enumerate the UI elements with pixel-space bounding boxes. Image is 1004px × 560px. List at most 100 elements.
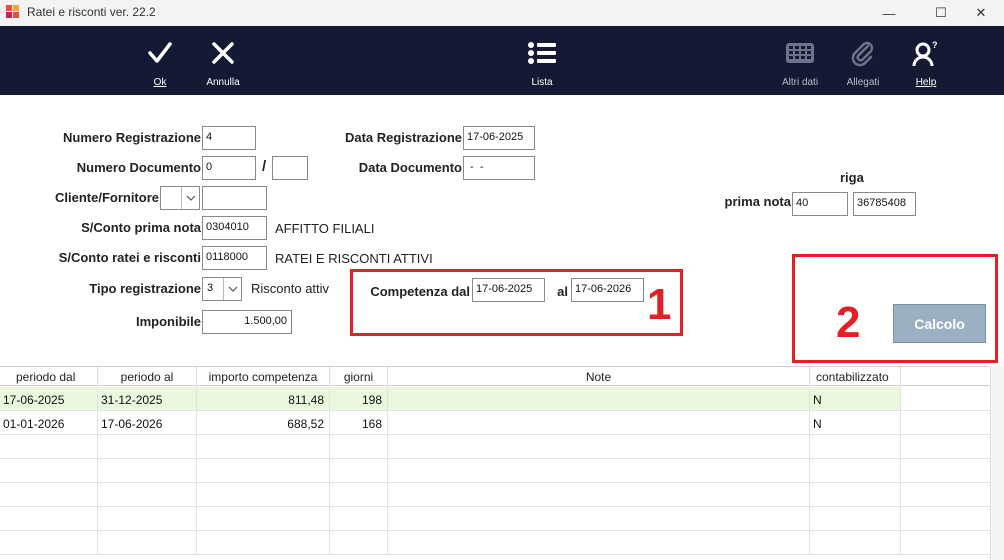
empty-cell[interactable]	[0, 531, 98, 555]
table-row[interactable]: 17-06-2025 31-12-2025 811,48 198 N	[0, 387, 990, 411]
grid-header: periodo dal periodo al importo competenz…	[0, 366, 990, 386]
help-button[interactable]: ? Help	[911, 26, 941, 95]
prima-nota-field[interactable]: 40	[792, 192, 848, 216]
empty-cell[interactable]	[98, 435, 197, 459]
chevron-down-icon[interactable]	[223, 278, 241, 300]
header-note[interactable]: Note	[388, 367, 810, 386]
riga-prima-nota-field[interactable]: 36785408	[853, 192, 916, 216]
header-contabilizzato[interactable]: contabilizzato	[810, 367, 901, 386]
empty-cell[interactable]	[197, 531, 330, 555]
empty-cell[interactable]	[0, 507, 98, 531]
empty-cell[interactable]	[197, 483, 330, 507]
sconto-prima-nota-label: S/Conto prima nota	[81, 220, 201, 235]
empty-cell[interactable]	[810, 459, 901, 483]
empty-table-row[interactable]	[0, 435, 990, 459]
empty-cell[interactable]	[330, 531, 388, 555]
cell-contabilizzato[interactable]: N	[810, 387, 901, 411]
empty-cell[interactable]	[388, 459, 810, 483]
empty-cell[interactable]	[197, 435, 330, 459]
cliente-fornitore-type-select[interactable]	[160, 186, 200, 210]
toolbar: Ok Annulla Lista Altri dati Allegati ? H…	[0, 26, 1004, 95]
empty-table-row[interactable]	[0, 459, 990, 483]
competenza-dal-label: Competenza dal	[370, 284, 470, 299]
tipo-registrazione-label: Tipo registrazione	[89, 281, 201, 296]
empty-cell[interactable]	[330, 507, 388, 531]
ok-button[interactable]: Ok	[143, 26, 177, 95]
allegati-button[interactable]: Allegati	[843, 26, 883, 95]
cell-note[interactable]	[388, 411, 810, 435]
header-periodo-al[interactable]: periodo al	[98, 367, 197, 386]
data-documento-field[interactable]: - -	[463, 156, 535, 180]
tipo-registrazione-value: 3	[207, 282, 214, 294]
window-title: Ratei e risconti ver. 22.2	[27, 5, 156, 19]
sconto-prima-nota-description: AFFITTO FILIALI	[275, 221, 375, 236]
title-bar: Ratei e risconti ver. 22.2 — ☐ ✕	[0, 0, 1004, 26]
empty-cell[interactable]	[197, 459, 330, 483]
sconto-ratei-label: S/Conto ratei e risconti	[58, 250, 201, 265]
empty-cell[interactable]	[810, 531, 901, 555]
cell-periodo-al[interactable]: 17-06-2026	[98, 411, 197, 435]
tipo-registrazione-description: Risconto attiv	[251, 281, 330, 296]
cell-contabilizzato[interactable]: N	[810, 411, 901, 435]
app-window: Ratei e risconti ver. 22.2 — ☐ ✕ Ok Annu…	[0, 0, 1004, 560]
close-button[interactable]: ✕	[958, 0, 1004, 26]
empty-cell[interactable]	[0, 483, 98, 507]
documento-separator: /	[262, 158, 267, 175]
header-giorni[interactable]: giorni	[330, 367, 388, 386]
empty-cell[interactable]	[330, 435, 388, 459]
empty-table-row[interactable]	[0, 483, 990, 507]
sconto-prima-nota-field[interactable]: 0304010	[202, 216, 267, 240]
cell-giorni[interactable]: 168	[330, 411, 388, 435]
empty-cell[interactable]	[810, 483, 901, 507]
cell-importo[interactable]: 811,48	[197, 387, 330, 411]
altri-dati-button[interactable]: Altri dati	[778, 26, 822, 95]
empty-cell[interactable]	[330, 459, 388, 483]
empty-cell[interactable]	[98, 507, 197, 531]
empty-cell[interactable]	[388, 435, 810, 459]
lista-button[interactable]: Lista	[524, 26, 560, 95]
empty-cell[interactable]	[388, 483, 810, 507]
numero-registrazione-label: Numero Registrazione	[63, 130, 201, 145]
empty-table-row[interactable]	[0, 531, 990, 555]
competenza-dal-field[interactable]: 17-06-2025	[472, 278, 545, 302]
cell-periodo-al[interactable]: 31-12-2025	[98, 387, 197, 411]
grid-scrollbar[interactable]	[990, 366, 1004, 560]
empty-cell[interactable]	[197, 507, 330, 531]
minimize-button[interactable]: —	[866, 0, 912, 26]
numero-registrazione-field[interactable]: 4	[202, 126, 256, 150]
sconto-ratei-field[interactable]: 0118000	[202, 246, 267, 270]
numero-documento-label: Numero Documento	[76, 160, 201, 175]
empty-cell[interactable]	[98, 483, 197, 507]
annulla-button[interactable]: Annulla	[202, 26, 244, 95]
cell-note[interactable]	[388, 387, 810, 411]
cliente-fornitore-field[interactable]	[202, 186, 267, 210]
lista-label: Lista	[531, 77, 553, 88]
empty-cell[interactable]	[98, 459, 197, 483]
tipo-registrazione-select[interactable]: 3	[202, 277, 242, 301]
calcolo-button[interactable]: Calcolo	[893, 304, 986, 343]
cell-importo[interactable]: 688,52	[197, 411, 330, 435]
header-periodo-dal[interactable]: periodo dal	[0, 367, 98, 386]
imponibile-field[interactable]: 1.500,00	[202, 310, 292, 334]
prima-nota-label: prima nota	[724, 194, 791, 209]
cell-periodo-dal[interactable]: 17-06-2025	[0, 387, 98, 411]
empty-cell[interactable]	[388, 507, 810, 531]
empty-cell[interactable]	[810, 507, 901, 531]
competenza-al-field[interactable]: 17-06-2026	[571, 278, 644, 302]
empty-cell[interactable]	[0, 459, 98, 483]
empty-cell[interactable]	[0, 435, 98, 459]
empty-cell[interactable]	[388, 531, 810, 555]
empty-table-row[interactable]	[0, 507, 990, 531]
header-importo-competenza[interactable]: importo competenza	[197, 367, 330, 386]
empty-cell[interactable]	[98, 531, 197, 555]
cell-periodo-dal[interactable]: 01-01-2026	[0, 411, 98, 435]
help-label: Help	[915, 77, 937, 88]
annotation-number-2: 2	[836, 298, 861, 347]
empty-cell[interactable]	[330, 483, 388, 507]
numero-documento-field[interactable]: 0	[202, 156, 256, 180]
data-registrazione-field[interactable]: 17-06-2025	[463, 126, 535, 150]
chevron-down-icon[interactable]	[181, 187, 199, 209]
empty-cell[interactable]	[810, 435, 901, 459]
table-row[interactable]: 01-01-2026 17-06-2026 688,52 168 N	[0, 411, 990, 435]
cell-giorni[interactable]: 198	[330, 387, 388, 411]
